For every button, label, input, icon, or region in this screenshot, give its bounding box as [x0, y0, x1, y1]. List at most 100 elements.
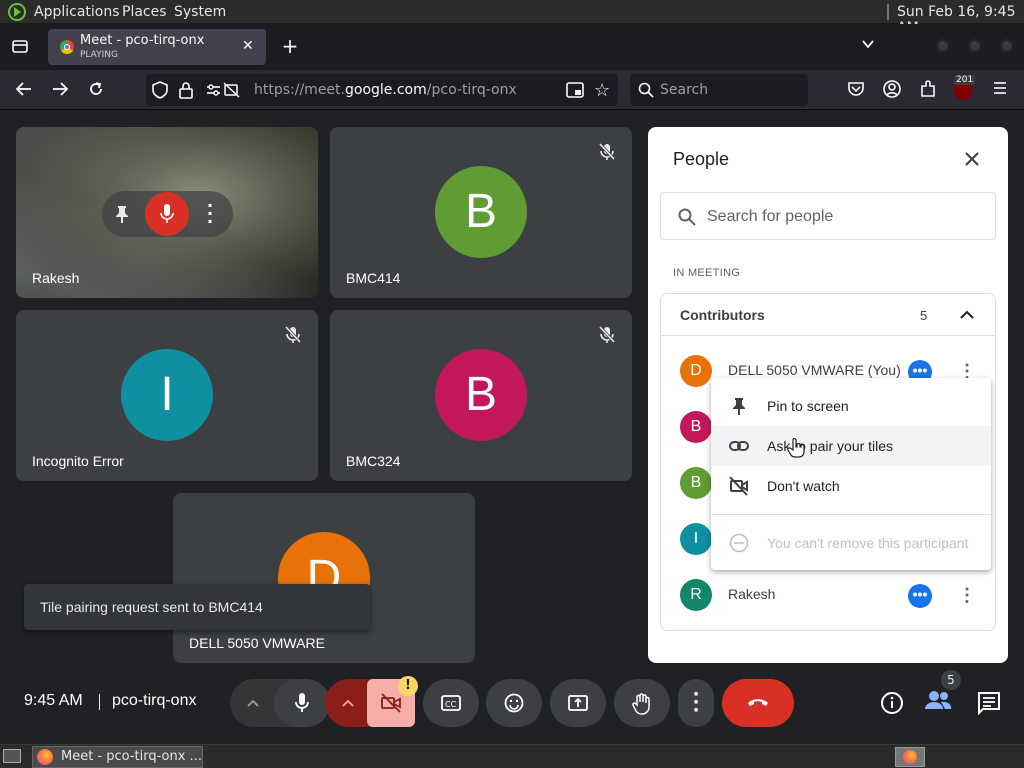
- account-icon[interactable]: [881, 80, 903, 103]
- mic-button[interactable]: [274, 679, 330, 727]
- participant-avatar: D: [680, 355, 712, 387]
- people-search-input[interactable]: Search for people: [660, 192, 996, 240]
- reactions-button[interactable]: [486, 679, 542, 727]
- contributors-header[interactable]: Contributors 5: [661, 294, 995, 336]
- time-divider: [99, 694, 100, 710]
- participant-row[interactable]: R Rakesh ••• ⋮: [660, 567, 996, 623]
- taskbar-window-button[interactable]: Meet - pco-tirq-onx ...: [32, 746, 203, 768]
- tab-title: Meet - pco-tirq-onx: [80, 33, 205, 48]
- forward-arrow-icon[interactable]: [49, 80, 71, 103]
- permissions-icon[interactable]: [206, 82, 240, 102]
- browser-tab-bar: Meet - pco-tirq-onx PLAYING ✕ +: [0, 24, 1024, 70]
- participant-tile-bmc414[interactable]: B BMC414: [330, 127, 632, 298]
- call-end-icon: [748, 699, 768, 706]
- raise-hand-button[interactable]: [614, 679, 670, 727]
- participant-avatar: B: [435, 166, 527, 258]
- workspace-switcher[interactable]: [895, 747, 925, 767]
- tile-name-label: BMC414: [346, 270, 401, 286]
- participant-tile-incognito-error[interactable]: I Incognito Error: [16, 310, 318, 481]
- show-desktop-icon[interactable]: [3, 749, 21, 763]
- section-label: IN MEETING: [673, 267, 741, 279]
- url-path: /pco-tirq-onx: [426, 82, 517, 98]
- url-domain: google.com: [345, 82, 427, 98]
- tab-playing-label: PLAYING: [80, 50, 118, 60]
- menu-divider: [711, 514, 991, 515]
- url-bar[interactable]: https://meet.google.com/pco-tirq-onx ☆: [146, 74, 618, 106]
- present-screen-button[interactable]: [550, 679, 606, 727]
- menu-label: Pin to screen: [767, 398, 849, 414]
- closed-captions-icon: CC: [441, 695, 461, 711]
- videocam-off-icon: [381, 693, 401, 713]
- close-panel-icon[interactable]: [964, 151, 980, 172]
- tile-more-options-icon[interactable]: · · ·: [204, 198, 216, 230]
- group-count: 5: [920, 308, 928, 323]
- padlock-icon[interactable]: [179, 81, 193, 103]
- group-name: Contributors: [680, 307, 765, 323]
- list-all-tabs-icon[interactable]: [857, 36, 879, 56]
- toast-message: Tile pairing request sent to BMC414: [40, 599, 263, 615]
- captions-button[interactable]: CC: [423, 679, 479, 727]
- search-placeholder: Search for people: [707, 208, 834, 225]
- tile-name-label: Rakesh: [32, 270, 80, 286]
- hand-cursor-icon: [787, 438, 805, 458]
- back-arrow-icon[interactable]: [13, 80, 35, 103]
- browser-nav-bar: https://meet.google.com/pco-tirq-onx ☆ S…: [0, 70, 1024, 110]
- pocket-icon[interactable]: [845, 80, 867, 103]
- link-icon: [729, 441, 749, 451]
- participant-tile-dell-5050-vmware[interactable]: D DELL 5050 VMWARE: [173, 493, 475, 663]
- menu-item-pin[interactable]: Pin to screen: [711, 386, 991, 426]
- reload-icon[interactable]: [85, 80, 107, 103]
- menu-places[interactable]: Places: [122, 4, 167, 20]
- participant-avatar: I: [680, 523, 712, 555]
- leave-call-button[interactable]: [722, 679, 794, 727]
- url-prefix: https://meet.: [254, 82, 345, 98]
- menu-item-ask-pair[interactable]: Ask to pair your tiles: [711, 426, 991, 466]
- participant-avatar: R: [680, 579, 712, 611]
- pin-icon[interactable]: [114, 204, 130, 228]
- people-button[interactable]: [924, 688, 956, 718]
- warning-badge: !: [398, 676, 418, 696]
- audio-options-button[interactable]: [230, 679, 330, 727]
- new-tab-icon[interactable]: +: [279, 36, 301, 56]
- menu-system[interactable]: System: [174, 4, 226, 20]
- window-minimize-button[interactable]: [935, 38, 951, 54]
- mute-participant-button[interactable]: [145, 192, 189, 236]
- tracking-shield-icon[interactable]: [152, 81, 168, 103]
- search-icon: [678, 208, 696, 226]
- more-options-button[interactable]: · · ·: [678, 679, 714, 727]
- participant-avatar: B: [680, 467, 712, 499]
- menu-label: Don't watch: [767, 478, 840, 494]
- meeting-details-icon[interactable]: [880, 691, 904, 719]
- tab-close-icon[interactable]: ✕: [242, 38, 254, 54]
- menu-item-dont-watch[interactable]: Don't watch: [711, 466, 991, 506]
- hamburger-menu-icon[interactable]: [989, 80, 1011, 101]
- workspace-thumbnail-icon: [903, 750, 917, 764]
- collapse-chevron-icon[interactable]: [960, 308, 974, 326]
- bookmark-star-icon[interactable]: ☆: [594, 80, 610, 101]
- ublock-badge: 201: [954, 75, 976, 85]
- participant-avatar: I: [121, 349, 213, 441]
- extensions-icon[interactable]: [917, 80, 939, 103]
- panel-title: People: [673, 149, 730, 169]
- window-close-button[interactable]: [999, 38, 1015, 54]
- tile-name-label: DELL 5050 VMWARE: [189, 635, 325, 651]
- people-icon: [925, 691, 952, 709]
- distro-logo-icon[interactable]: [8, 3, 26, 21]
- hand-icon: [632, 693, 650, 715]
- muted-mic-icon: [598, 326, 616, 344]
- url-text[interactable]: https://meet.google.com/pco-tirq-onx: [254, 82, 517, 98]
- tab-meet[interactable]: Meet - pco-tirq-onx PLAYING ✕: [48, 29, 266, 65]
- participant-tile-rakesh[interactable]: · · · Rakesh: [16, 127, 318, 298]
- meeting-code[interactable]: pco-tirq-onx: [112, 692, 196, 710]
- menu-applications[interactable]: Applications: [34, 4, 120, 20]
- participant-more-icon[interactable]: ⋮: [958, 584, 976, 606]
- tab-overview-icon[interactable]: [9, 37, 31, 60]
- chat-icon[interactable]: [977, 691, 1001, 719]
- participant-context-menu: Pin to screen Ask to pair your tiles Don…: [711, 378, 991, 570]
- window-maximize-button[interactable]: [967, 38, 983, 54]
- search-bar[interactable]: Search: [630, 74, 808, 106]
- picture-in-picture-icon[interactable]: [566, 82, 584, 102]
- more-vert-icon: · · ·: [692, 684, 700, 721]
- tile-name-label: Incognito Error: [32, 453, 124, 469]
- participant-tile-bmc324[interactable]: B BMC324: [330, 310, 632, 481]
